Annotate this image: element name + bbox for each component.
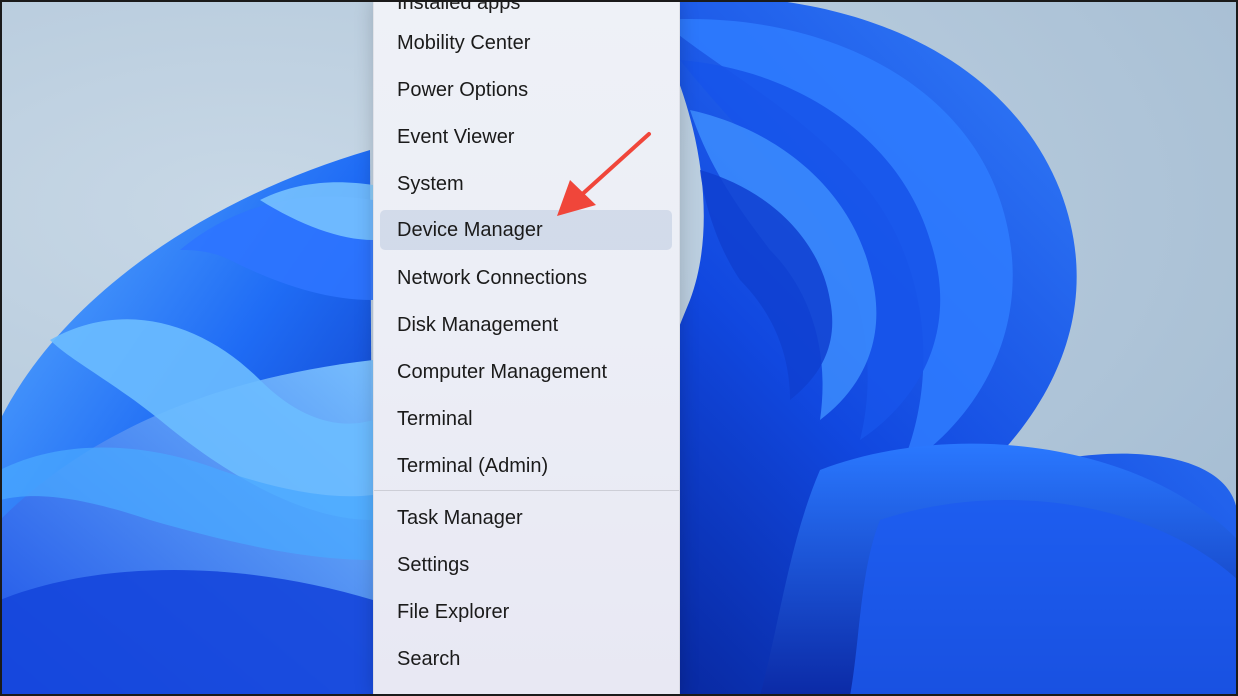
- menu-item-installed-apps[interactable]: Installed apps: [380, 0, 672, 23]
- menu-item-system[interactable]: System: [380, 164, 672, 204]
- menu-item-terminal-admin[interactable]: Terminal (Admin): [380, 446, 672, 486]
- menu-item-task-manager[interactable]: Task Manager: [380, 498, 672, 538]
- menu-item-computer-management[interactable]: Computer Management: [380, 352, 672, 392]
- menu-item-label: Event Viewer: [397, 125, 515, 148]
- menu-item-search[interactable]: Search: [380, 639, 672, 679]
- menu-item-label: Disk Management: [397, 313, 559, 336]
- menu-item-label: Search: [397, 647, 461, 670]
- menu-item-power-options[interactable]: Power Options: [380, 70, 672, 110]
- menu-item-label: Settings: [397, 553, 470, 576]
- menu-item-label: System: [397, 172, 464, 195]
- menu-item-label: Terminal: [397, 407, 473, 430]
- menu-item-disk-management[interactable]: Disk Management: [380, 305, 672, 345]
- menu-item-file-explorer[interactable]: File Explorer: [380, 592, 672, 632]
- menu-item-label: Task Manager: [397, 506, 523, 529]
- menu-item-mobility-center[interactable]: Mobility Center: [380, 23, 672, 63]
- menu-item-device-manager[interactable]: Device Manager: [380, 210, 672, 250]
- menu-item-label: Terminal (Admin): [397, 454, 549, 477]
- menu-item-label: Power Options: [397, 78, 529, 101]
- menu-item-label: Mobility Center: [397, 31, 531, 54]
- menu-item-label: Installed apps: [397, 0, 521, 14]
- menu-item-network-connections[interactable]: Network Connections: [380, 258, 672, 298]
- menu-item-label: Computer Management: [397, 360, 608, 383]
- menu-item-terminal[interactable]: Terminal: [380, 399, 672, 439]
- winx-quick-link-menu: Installed apps Mobility Center Power Opt…: [373, 0, 680, 696]
- menu-item-label: Network Connections: [397, 266, 588, 289]
- menu-item-settings[interactable]: Settings: [380, 545, 672, 585]
- menu-item-label: Device Manager: [397, 218, 543, 241]
- menu-separator: [374, 490, 679, 491]
- menu-item-label: File Explorer: [397, 600, 510, 623]
- menu-item-event-viewer[interactable]: Event Viewer: [380, 117, 672, 157]
